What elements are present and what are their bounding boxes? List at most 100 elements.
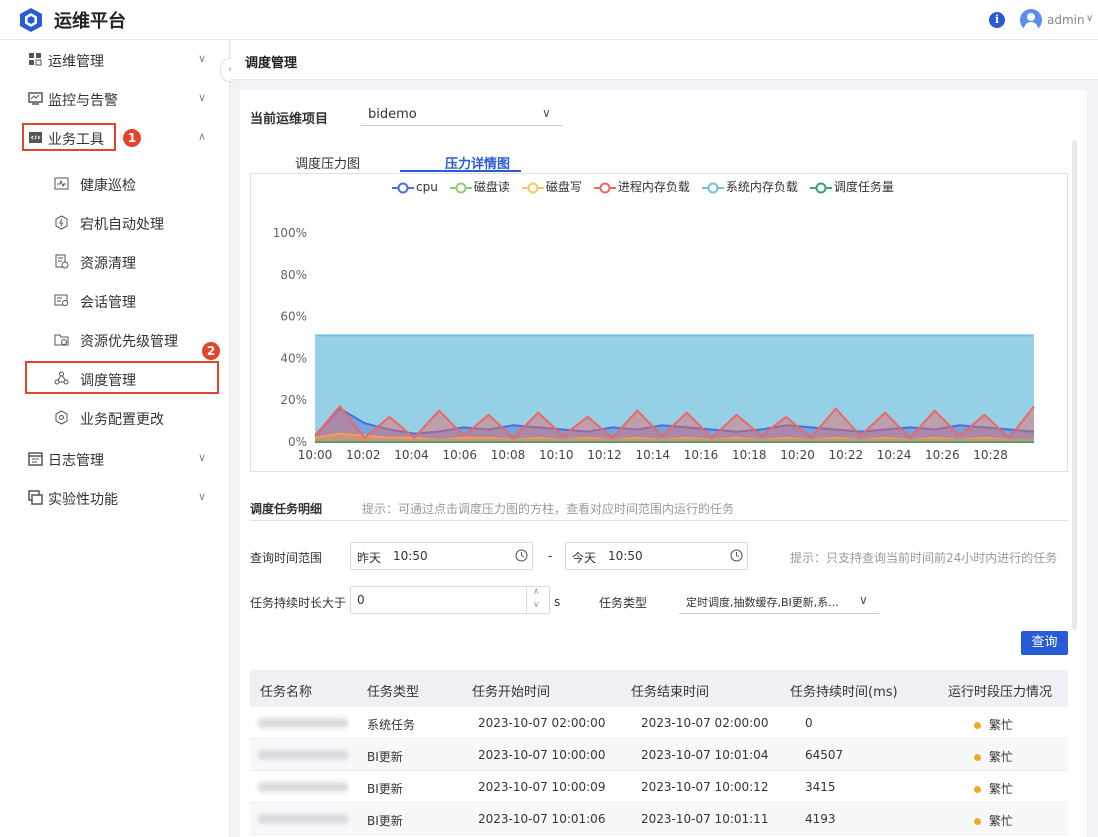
legend-item[interactable]: 进程内存负载 [593, 178, 690, 195]
project-select[interactable]: bidemo ∨ [361, 104, 562, 126]
config-icon [55, 410, 68, 425]
task-type-value: 定时调度,抽数缓存,BI更新,系... [686, 596, 839, 609]
stepper-up-icon[interactable]: ∧ [533, 587, 540, 597]
start-time-input[interactable]: 昨天 10:50 [350, 542, 533, 570]
sidebar-subitem-priority[interactable]: 资源优先级管理 [0, 320, 230, 359]
sidebar-subitem-session[interactable]: 会话管理 [0, 281, 230, 320]
duration-label: 任务持续时长大于 [250, 596, 347, 610]
page-title: 调度管理 [245, 56, 298, 71]
task-name-redacted [258, 718, 348, 728]
info-icon[interactable]: i [989, 12, 1005, 28]
sidebar-subitem-label: 资源清理 [80, 256, 136, 272]
sidebar: 运维管理 ∨ 监控与告警 ∨ 业务工具 ∧ 1 健康巡检 宕机自动处理 资源清理… [0, 40, 230, 837]
y-tick-label: 60% [280, 310, 307, 324]
legend-label: 系统内存负载 [725, 180, 798, 194]
priority-icon [54, 334, 69, 346]
chevron-down-icon[interactable]: ∨ [1086, 13, 1093, 24]
sidebar-item-logs[interactable]: 日志管理 ∨ [0, 439, 230, 478]
sidebar-item-monitor[interactable]: 监控与告警 ∨ [0, 79, 230, 118]
chevron-up-icon: ∧ [198, 130, 207, 143]
end-time-input[interactable]: 今天 10:50 [565, 542, 748, 570]
legend-item[interactable]: 系统内存负载 [701, 178, 798, 195]
session-icon [54, 294, 68, 306]
task-name-redacted [258, 750, 348, 760]
scrollbar[interactable] [1072, 140, 1077, 630]
stepper-buttons[interactable]: ∧ ∨ [526, 587, 549, 613]
x-tick-label: 10:26 [925, 448, 960, 462]
legend-label: 进程内存负载 [617, 180, 690, 194]
monitor-icon [28, 92, 43, 105]
sidebar-subitem-cleanup[interactable]: 资源清理 [0, 242, 230, 281]
app-title: 运维平台 [54, 11, 126, 32]
table-row[interactable]: BI更新 2023-10-07 10:01:06 2023-10-07 10:01:… [250, 803, 1068, 835]
highlight-box-2 [25, 361, 219, 394]
table-cell: 0 [805, 716, 813, 730]
detail-divider [250, 520, 1068, 521]
tab-pressure[interactable]: 调度压力图 [295, 153, 360, 172]
legend-label: 磁盘读 [473, 180, 510, 194]
table-row[interactable]: 系统任务 2023-10-07 02:00:00 2023-10-07 02:00:… [250, 707, 1068, 739]
legend-item[interactable]: 磁盘写 [521, 178, 582, 195]
legend-marker-icon [449, 182, 472, 193]
chevron-down-icon: ∨ [542, 106, 551, 120]
chevron-down-icon: ∨ [859, 593, 868, 607]
end-time: 10:50 [608, 549, 643, 563]
project-label: 当前运维项目 [250, 112, 329, 127]
sidebar-item-label: 日志管理 [48, 453, 104, 469]
pressure-cell: 繁忙 [974, 716, 1013, 733]
legend-item[interactable]: 调度任务量 [809, 178, 894, 195]
x-tick-label: 10:00 [298, 448, 333, 462]
legend-marker-icon [701, 182, 724, 193]
sidebar-item-label: 运维管理 [48, 54, 104, 70]
table-cell: BI更新 [367, 750, 403, 764]
task-name-redacted [258, 782, 348, 792]
table-header: 任务名称 任务类型 任务开始时间 任务结束时间 任务持续时间(ms) 运行时段压… [250, 670, 1068, 707]
table-cell: 2023-10-07 10:00:00 [478, 748, 606, 762]
status-dot-icon [974, 786, 981, 793]
tab-active-indicator [400, 170, 521, 172]
status-dot-icon [974, 722, 981, 729]
table-cell: 2023-10-07 10:01:04 [641, 748, 769, 762]
table-row[interactable]: BI更新 2023-10-07 10:00:00 2023-10-07 10:01:… [250, 739, 1068, 771]
duration-stepper[interactable]: 0 ∧ ∨ [350, 586, 550, 614]
end-day: 今天 [572, 551, 597, 565]
table-cell: 2023-10-07 02:00:00 [641, 716, 769, 730]
clean-icon [55, 254, 69, 269]
sidebar-subitem-config[interactable]: 业务配置更改 [0, 398, 230, 437]
sidebar-subitem-downtime[interactable]: 宕机自动处理 [0, 203, 230, 242]
x-tick-label: 10:18 [732, 448, 767, 462]
range-label: 查询时间范围 [250, 551, 323, 565]
pressure-value: 繁忙 [989, 750, 1014, 764]
table-cell: BI更新 [367, 814, 403, 828]
chart-legend: cpu 磁盘读 磁盘写 进程内存负载 系统内存负载 调度任务量 [392, 178, 906, 195]
cube-logo-icon [20, 8, 42, 32]
power-icon [55, 215, 68, 230]
legend-item[interactable]: 磁盘读 [449, 178, 510, 195]
stepper-down-icon[interactable]: ∨ [533, 600, 540, 610]
task-type-select[interactable]: 定时调度,抽数缓存,BI更新,系... ∨ [679, 590, 879, 614]
chevron-down-icon: ∨ [198, 52, 207, 65]
project-select-value: bidemo [368, 107, 417, 122]
query-button[interactable]: 查询 [1021, 631, 1068, 655]
avatar[interactable] [1020, 9, 1042, 31]
table-cell: 2023-10-07 02:00:00 [478, 716, 606, 730]
table-row[interactable]: BI更新 2023-10-07 10:00:09 2023-10-07 10:00:… [250, 771, 1068, 803]
sidebar-item-ops[interactable]: 运维管理 ∨ [0, 40, 230, 79]
pulse-icon [54, 177, 69, 190]
y-tick-label: 80% [280, 268, 307, 282]
user-name[interactable]: admin [1047, 13, 1085, 27]
step-badge-2: 2 [202, 342, 220, 360]
table-cell: 2023-10-07 10:00:09 [478, 780, 606, 794]
legend-marker-icon [392, 182, 414, 193]
col-task-type: 任务类型 [367, 685, 420, 700]
sidebar-item-experimental[interactable]: 实验性功能 ∨ [0, 478, 230, 517]
legend-marker-icon [521, 182, 544, 193]
sidebar-subitem-label: 健康巡检 [80, 178, 136, 194]
x-tick-label: 10:16 [684, 448, 719, 462]
chevron-down-icon: ∨ [198, 451, 207, 464]
legend-item[interactable]: cpu [392, 180, 438, 194]
sidebar-subitem-health[interactable]: 健康巡检 [0, 164, 230, 203]
table-cell: 2023-10-07 10:01:06 [478, 812, 606, 826]
y-tick-label: 40% [280, 351, 307, 365]
sidebar-subitem-label: 会话管理 [80, 295, 136, 311]
